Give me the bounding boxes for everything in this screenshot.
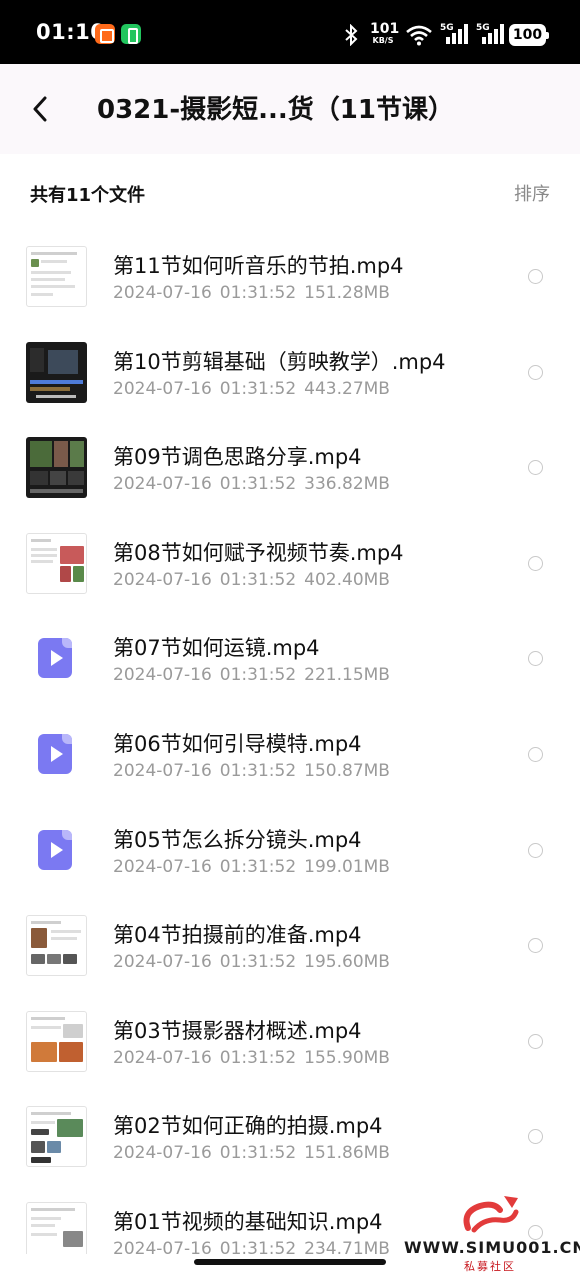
- select-radio[interactable]: [528, 938, 543, 954]
- file-list: 第11节如何听音乐的节拍.mp4 2024-07-16 01:31:52 151.2…: [0, 230, 580, 1254]
- watermark-text: WWW.SIMU001.CN: [404, 1238, 580, 1257]
- file-meta: 2024-07-16 01:31:52 443.27MB: [113, 378, 390, 399]
- file-name: 第02节如何正确的拍摄.mp4: [113, 1114, 383, 1139]
- file-name: 第03节摄影器材概述.mp4: [113, 1018, 362, 1043]
- video-thumbnail: [26, 1010, 87, 1072]
- select-radio[interactable]: [528, 651, 543, 667]
- notification-app-icon: [121, 24, 141, 44]
- file-count-label: 共有11个文件: [30, 185, 146, 206]
- file-name: 第07节如何运镜.mp4: [113, 636, 320, 661]
- select-radio[interactable]: [528, 460, 543, 476]
- file-row[interactable]: 第11节如何听音乐的节拍.mp4 2024-07-16 01:31:52 151.2…: [0, 230, 580, 326]
- video-thumbnail: [26, 1106, 87, 1168]
- video-thumbnail: [26, 915, 87, 977]
- sort-button[interactable]: 排序: [514, 180, 550, 206]
- select-radio[interactable]: [528, 1129, 543, 1145]
- list-toolbar: 共有11个文件 排序: [0, 154, 580, 230]
- net-speed: 101 KB/S: [370, 21, 400, 45]
- select-radio[interactable]: [528, 364, 543, 380]
- video-file-icon: [26, 628, 87, 689]
- file-name: 第06节如何引导模特.mp4: [113, 731, 362, 756]
- file-meta: 2024-07-16 01:31:52 402.40MB: [113, 569, 390, 590]
- watermark-logo-icon: [463, 1196, 519, 1233]
- select-radio[interactable]: [528, 1033, 543, 1049]
- video-thumbnail: [26, 437, 87, 499]
- select-radio[interactable]: [528, 842, 543, 858]
- bluetooth-icon: [345, 24, 358, 46]
- wifi-icon: [406, 25, 432, 46]
- file-row[interactable]: 第10节剪辑基础（剪映教学）.mp4 2024-07-16 01:31:52 443…: [0, 326, 580, 422]
- file-meta: 2024-07-16 01:31:52 155.90MB: [113, 1047, 390, 1068]
- net-speed-value: 101: [370, 21, 400, 37]
- header: 0321-摄影短...货（11节课）: [0, 64, 580, 154]
- back-button[interactable]: [22, 86, 58, 132]
- chevron-left-icon: [33, 96, 47, 122]
- home-indicator[interactable]: [194, 1259, 386, 1265]
- watermark-subtext: 私募社区: [464, 1260, 516, 1273]
- signal-1-icon: [446, 24, 468, 46]
- file-row[interactable]: 第05节怎么拆分镜头.mp4 2024-07-16 01:31:52 199.01M…: [0, 804, 580, 900]
- file-name: 第01节视频的基础知识.mp4: [113, 1209, 383, 1234]
- net-speed-unit: KB/S: [372, 36, 394, 45]
- file-meta: 2024-07-16 01:31:52 234.71MB: [113, 1238, 390, 1254]
- file-row[interactable]: 第06节如何引导模特.mp4 2024-07-16 01:31:52 150.87M…: [0, 708, 580, 804]
- file-row[interactable]: 第07节如何运镜.mp4 2024-07-16 01:31:52 221.15MB: [0, 612, 580, 708]
- video-file-icon: [26, 820, 87, 881]
- select-radio[interactable]: [528, 746, 543, 762]
- signal-2-icon: [482, 24, 504, 46]
- file-row[interactable]: 第02节如何正确的拍摄.mp4 2024-07-16 01:31:52 151.86…: [0, 1090, 580, 1186]
- file-meta: 2024-07-16 01:31:52 150.87MB: [113, 760, 390, 781]
- file-meta: 2024-07-16 01:31:52 221.15MB: [113, 665, 390, 686]
- watermark: WWW.SIMU001.CN 私募社区: [400, 1192, 580, 1276]
- battery-icon: 100: [509, 24, 549, 46]
- video-file-icon: [26, 724, 87, 785]
- file-name: 第10节剪辑基础（剪映教学）.mp4: [113, 349, 446, 374]
- page-title: 0321-摄影短...货（11节课）: [97, 95, 454, 125]
- video-thumbnail: [26, 1201, 87, 1254]
- file-row[interactable]: 第03节摄影器材概述.mp4 2024-07-16 01:31:52 155.90M…: [0, 995, 580, 1091]
- file-name: 第04节拍摄前的准备.mp4: [113, 923, 362, 948]
- file-name: 第11节如何听音乐的节拍.mp4: [113, 254, 404, 278]
- file-meta: 2024-07-16 01:31:52 195.60MB: [113, 952, 390, 973]
- select-radio[interactable]: [528, 555, 543, 571]
- select-radio[interactable]: [528, 269, 543, 284]
- file-meta: 2024-07-16 01:31:52 151.28MB: [113, 283, 390, 303]
- file-row[interactable]: 第08节如何赋予视频节奏.mp4 2024-07-16 01:31:52 402.4…: [0, 517, 580, 613]
- file-name: 第08节如何赋予视频节奏.mp4: [113, 540, 404, 565]
- file-row[interactable]: 第04节拍摄前的准备.mp4 2024-07-16 01:31:52 195.60M…: [0, 899, 580, 995]
- file-meta: 2024-07-16 01:31:52 199.01MB: [113, 856, 390, 877]
- taobao-app-icon: [95, 24, 115, 44]
- file-meta: 2024-07-16 01:31:52 151.86MB: [113, 1143, 390, 1164]
- video-thumbnail: [26, 341, 87, 403]
- file-name: 第09节调色思路分享.mp4: [113, 445, 362, 470]
- video-thumbnail: [26, 246, 87, 307]
- status-bar: 01:10 101 KB/S 5G 5G 100: [0, 0, 580, 64]
- file-row[interactable]: 第09节调色思路分享.mp4 2024-07-16 01:31:52 336.82M…: [0, 421, 580, 517]
- video-thumbnail: [26, 532, 87, 594]
- file-meta: 2024-07-16 01:31:52 336.82MB: [113, 474, 390, 495]
- file-name: 第05节怎么拆分镜头.mp4: [113, 827, 362, 852]
